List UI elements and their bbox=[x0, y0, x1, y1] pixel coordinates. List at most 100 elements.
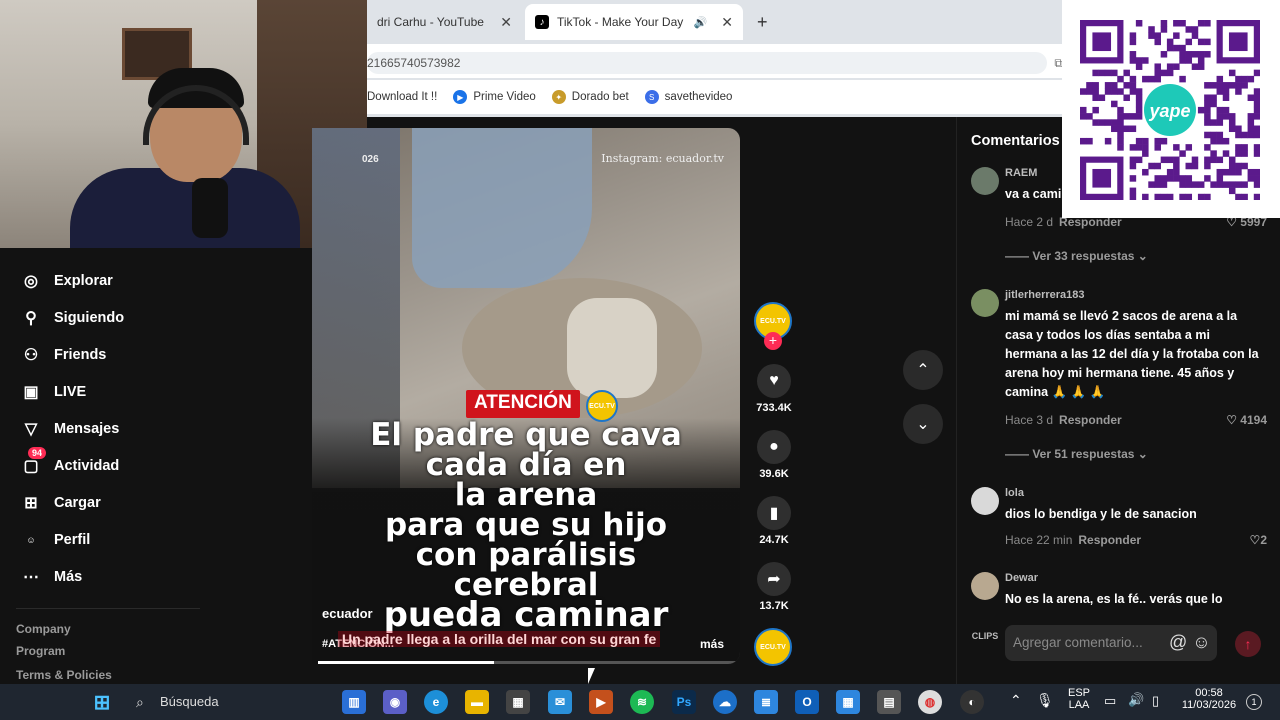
video-date: 026 bbox=[362, 154, 379, 165]
sidebar-item-friends[interactable]: ⚇ Friends bbox=[20, 344, 107, 366]
send-button[interactable]: ↑ bbox=[1235, 631, 1261, 657]
teams-icon[interactable]: ◉ bbox=[383, 690, 407, 714]
video-progress-bar[interactable] bbox=[318, 661, 736, 664]
bookmark-item[interactable]: ▶ Prime Video bbox=[453, 90, 536, 104]
footer-link-company[interactable]: Company bbox=[16, 622, 71, 636]
notification-count[interactable]: 1 bbox=[1246, 694, 1262, 710]
more-link[interactable]: más bbox=[700, 637, 724, 651]
tab-label: TikTok - Make Your Day bbox=[557, 15, 684, 29]
comment-item: lola dios lo bendiga y le de sanacion Ha… bbox=[971, 487, 1267, 557]
address-bar: 21665740573982 ⧉ bbox=[367, 44, 1067, 78]
photoshop-icon[interactable]: Ps bbox=[672, 690, 696, 714]
microphone-icon[interactable]: 🎙 bbox=[1036, 692, 1054, 709]
previous-video-button[interactable]: ⌃ bbox=[903, 350, 943, 390]
url-field[interactable]: 21665740573982 bbox=[367, 52, 1047, 74]
sidebar-item-explorar[interactable]: ◎ Explorar bbox=[20, 270, 113, 292]
clips-logo: CLIPS bbox=[971, 631, 999, 641]
notification-badge: 94 bbox=[28, 447, 47, 459]
tray-chevron-icon[interactable]: ⌃ bbox=[1010, 692, 1022, 709]
avatar[interactable] bbox=[971, 572, 999, 600]
video-headline: El padre que cava cada día en la arena p… bbox=[370, 417, 682, 635]
calculator-icon[interactable]: ▤ bbox=[877, 690, 901, 714]
sidebar-item-perfil[interactable]: ☺ Perfil bbox=[20, 529, 90, 551]
onedrive-icon[interactable]: ☁ bbox=[713, 690, 737, 714]
sidebar-item-live[interactable]: ▣ LIVE bbox=[20, 381, 86, 403]
reply-button[interactable]: Responder bbox=[1059, 413, 1122, 427]
edge-icon[interactable]: e bbox=[424, 690, 448, 714]
tab-strip: dri Carhu - YouTube ✕ ♪ TikTok - Make Yo… bbox=[367, 0, 1067, 42]
sidebar-item-actividad[interactable]: ▢ 94 Actividad bbox=[20, 447, 119, 477]
bookmark-item[interactable]: Download It !! bbox=[367, 91, 437, 103]
bookmark-icon: ▮ bbox=[757, 496, 791, 530]
comment-likes[interactable]: ♡ 4194 bbox=[1226, 413, 1267, 427]
avatar[interactable] bbox=[971, 487, 999, 515]
calendar-icon[interactable]: ▦ bbox=[836, 690, 860, 714]
compass-icon: ◎ bbox=[24, 273, 38, 290]
chrome-icon[interactable]: ◍ bbox=[918, 690, 942, 714]
mention-emoji-icons[interactable]: @ ☺ bbox=[1169, 632, 1211, 653]
save-button[interactable]: ▮ 24.7K bbox=[752, 496, 796, 546]
next-video-button[interactable]: ⌄ bbox=[903, 404, 943, 444]
video-player[interactable]: 026 Instagram: ecuador.tv ATENCIÓN ECU.T… bbox=[312, 128, 740, 664]
obs-icon[interactable]: ◐ bbox=[960, 690, 984, 714]
notepad-icon[interactable]: ≣ bbox=[754, 690, 778, 714]
close-icon[interactable]: ✕ bbox=[721, 14, 733, 31]
share-count: 13.7K bbox=[759, 600, 789, 612]
search-icon: ⌕ bbox=[136, 694, 144, 710]
music-disc[interactable]: ECU.TV bbox=[754, 628, 792, 666]
sidebar-item-siguiendo[interactable]: ⚲ Siguiendo bbox=[20, 307, 124, 329]
bookmark-item[interactable]: Ssavethevideo bbox=[644, 90, 732, 104]
sidebar-item-mas[interactable]: ⋯ Más bbox=[20, 566, 82, 588]
battery-icon[interactable]: ▯ bbox=[1152, 693, 1159, 709]
avatar[interactable] bbox=[971, 167, 999, 195]
taskbar-search[interactable]: ⌕ Búsqueda bbox=[126, 688, 326, 716]
like-count: 733.4K bbox=[756, 402, 792, 414]
yape-qr-code: yape bbox=[1062, 0, 1280, 218]
upload-icon: ⊞ bbox=[24, 495, 38, 512]
outlook-icon[interactable]: O bbox=[795, 690, 819, 714]
footer-link-terms[interactable]: Terms & Policies bbox=[16, 668, 112, 682]
network-icon[interactable]: ▭ bbox=[1104, 693, 1116, 709]
spotify-icon[interactable]: ≋ bbox=[630, 690, 654, 714]
progress-fill bbox=[318, 661, 494, 664]
tab-youtube[interactable]: dri Carhu - YouTube ✕ bbox=[367, 6, 522, 38]
video-author[interactable]: ecuador bbox=[322, 606, 373, 621]
view-replies-button[interactable]: —— Ver 51 respuestas ⌄ bbox=[1005, 447, 1148, 461]
close-icon[interactable]: ✕ bbox=[500, 14, 512, 31]
chevron-down-icon: ⌄ bbox=[916, 416, 930, 433]
footer-link-program[interactable]: Program bbox=[16, 644, 65, 658]
task-view-icon[interactable]: ▥ bbox=[342, 690, 366, 714]
new-tab-button[interactable]: + bbox=[757, 12, 768, 33]
friends-icon: ⚇ bbox=[23, 347, 39, 364]
sidebar: ◎ Explorar ⚲ Siguiendo ⚇ Friends ▣ LIVE ▽ Men… bbox=[0, 248, 312, 684]
divider bbox=[16, 608, 200, 609]
tab-tiktok[interactable]: ♪ TikTok - Make Your Day 🔊 ✕ bbox=[525, 4, 743, 40]
bookmark-item[interactable]: ✦ Dorado bet bbox=[551, 90, 629, 104]
taskbar: ⊞ ⌕ Búsqueda ▥ ◉ e ▬ ▦ ✉ ▶ ≋ Ps ☁ ≣ O ▦ ▤… bbox=[0, 684, 1280, 720]
comment-button[interactable]: ● 39.6K bbox=[752, 430, 796, 480]
reply-button[interactable]: Responder bbox=[1078, 533, 1141, 547]
store-icon[interactable]: ▦ bbox=[506, 690, 530, 714]
language-indicator[interactable]: ESP LAA bbox=[1064, 687, 1094, 711]
clock[interactable]: 00:58 11/03/2026 bbox=[1178, 687, 1240, 711]
follow-button[interactable]: + bbox=[764, 332, 782, 350]
comment-item: Dewar No es la arena, es la fé.. verás q… bbox=[971, 572, 1267, 612]
windows-start-icon[interactable]: ⊞ bbox=[90, 690, 114, 714]
profile-icon: ☺ bbox=[26, 535, 36, 545]
comment-likes[interactable]: ♡2 bbox=[1250, 533, 1267, 547]
file-explorer-icon[interactable]: ▬ bbox=[465, 690, 489, 714]
view-replies-button[interactable]: —— Ver 33 respuestas ⌄ bbox=[1005, 249, 1148, 263]
share-button[interactable]: ➦ 13.7K bbox=[752, 562, 796, 612]
qr-icon: yape bbox=[1080, 20, 1260, 200]
like-button[interactable]: ♥ 733.4K bbox=[752, 364, 796, 414]
sidebar-item-mensajes[interactable]: ▽ Mensajes bbox=[20, 418, 119, 440]
speaker-icon[interactable]: 🔊 bbox=[694, 16, 708, 29]
avatar[interactable] bbox=[971, 289, 999, 317]
volume-icon[interactable]: 🔊 bbox=[1128, 692, 1144, 708]
sidebar-item-cargar[interactable]: ⊞ Cargar bbox=[20, 492, 100, 514]
mail-icon[interactable]: ✉ bbox=[548, 690, 572, 714]
savethevideo-icon: S bbox=[644, 90, 659, 104]
video-caption: Un padre llega a la orilla del mar con s… bbox=[338, 631, 661, 647]
following-icon: ⚲ bbox=[25, 310, 37, 327]
media-player-icon[interactable]: ▶ bbox=[589, 690, 613, 714]
